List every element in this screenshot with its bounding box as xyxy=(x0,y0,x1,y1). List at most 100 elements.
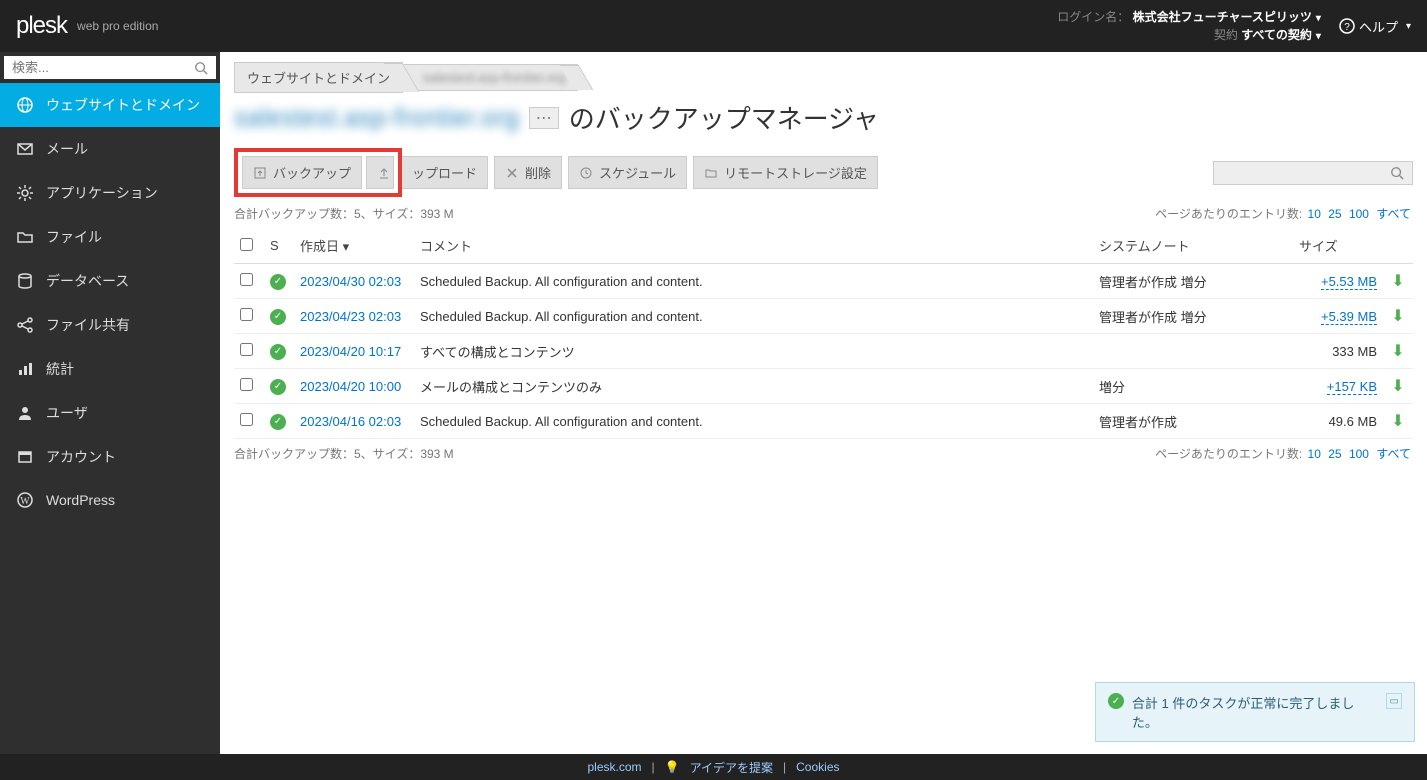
row-checkbox[interactable] xyxy=(240,413,253,426)
table-row: ✓2023/04/16 02:03Scheduled Backup. All c… xyxy=(234,404,1413,439)
backup-date-link[interactable]: 2023/04/23 02:03 xyxy=(300,309,401,324)
upload-button[interactable]: ップロード xyxy=(402,156,488,189)
database-icon xyxy=(16,272,34,290)
backup-size[interactable]: +5.39 MB xyxy=(1293,299,1383,334)
login-name[interactable]: 株式会社フューチャースピリッツ xyxy=(1133,10,1321,24)
header-sysnote[interactable]: システムノート xyxy=(1093,228,1293,264)
delete-button[interactable]: 削除 xyxy=(494,156,562,189)
backup-comment: Scheduled Backup. All configuration and … xyxy=(414,299,1093,334)
account-icon xyxy=(16,448,34,466)
download-icon[interactable]: ⬇ xyxy=(1391,378,1404,395)
breadcrumb-item-domain[interactable]: salestest.asp-frontier.org xyxy=(403,64,578,91)
sidebar-item-files[interactable]: ファイル xyxy=(0,215,220,259)
pager-all[interactable]: すべて xyxy=(1376,207,1411,221)
apps-icon xyxy=(16,184,34,202)
backup-date-link[interactable]: 2023/04/20 10:17 xyxy=(300,344,401,359)
footer-plesk-link[interactable]: plesk.com xyxy=(588,760,642,774)
plesk-logo[interactable]: plesk xyxy=(16,12,67,40)
sidebar-item-label: ファイル xyxy=(46,227,102,247)
header-size[interactable]: サイズ xyxy=(1293,228,1383,264)
row-checkbox[interactable] xyxy=(240,378,253,391)
pager-100[interactable]: 100 xyxy=(1349,447,1369,461)
sidebar-search[interactable] xyxy=(4,56,216,79)
mail-icon xyxy=(16,140,34,158)
download-icon[interactable]: ⬇ xyxy=(1391,273,1404,290)
share-icon xyxy=(16,316,34,334)
sidebar: ウェブサイトとドメイン メール アプリケーション ファイル データベース ファイ… xyxy=(0,52,220,780)
sidebar-item-users[interactable]: ユーザ xyxy=(0,391,220,435)
domain-dropdown-button[interactable]: ⋯ xyxy=(529,107,559,129)
schedule-button[interactable]: スケジュール xyxy=(568,156,687,189)
top-header: plesk web pro edition ログイン名： 株式会社フューチャース… xyxy=(0,0,1427,52)
table-row: ✓2023/04/20 10:17すべての構成とコンテンツ333 MB⬇ xyxy=(234,334,1413,369)
footer: plesk.com | 💡 アイデアを提案 | Cookies xyxy=(0,754,1427,780)
toast-notification: ✓ 合計 1 件のタスクが正常に完了しました。 ▭ xyxy=(1095,682,1415,742)
pager-10[interactable]: 10 xyxy=(1308,207,1321,221)
sidebar-item-label: アプリケーション xyxy=(46,183,158,203)
backup-size[interactable]: +157 KB xyxy=(1293,369,1383,404)
footer-idea-link[interactable]: アイデアを提案 xyxy=(690,759,773,776)
sidebar-item-mail[interactable]: メール xyxy=(0,127,220,171)
backup-size[interactable]: +5.53 MB xyxy=(1293,264,1383,299)
table-search[interactable] xyxy=(1213,161,1413,185)
sidebar-item-stats[interactable]: 統計 xyxy=(0,347,220,391)
backup-sysnote: 管理者が作成 増分 xyxy=(1093,264,1293,299)
sidebar-item-wordpress[interactable]: W WordPress xyxy=(0,479,220,521)
header-status[interactable]: S xyxy=(264,228,294,264)
pager-10[interactable]: 10 xyxy=(1308,447,1321,461)
backup-button[interactable]: バックアップ xyxy=(242,156,362,189)
sidebar-item-websites[interactable]: ウェブサイトとドメイン xyxy=(0,83,220,127)
sidebar-item-label: メール xyxy=(46,139,88,159)
search-input[interactable] xyxy=(12,60,194,75)
pager-all[interactable]: すべて xyxy=(1376,447,1411,461)
row-checkbox[interactable] xyxy=(240,343,253,356)
header-comment[interactable]: コメント xyxy=(414,228,1093,264)
status-ok-icon: ✓ xyxy=(270,274,286,290)
pager-25[interactable]: 25 xyxy=(1328,447,1341,461)
clock-icon xyxy=(579,166,593,180)
search-icon[interactable] xyxy=(1390,166,1404,180)
summary-text: 合計バックアップ数：5、サイズ：393 M xyxy=(234,205,454,222)
backup-date-link[interactable]: 2023/04/20 10:00 xyxy=(300,379,401,394)
sidebar-item-label: データベース xyxy=(46,271,129,291)
download-icon[interactable]: ⬇ xyxy=(1391,308,1404,325)
svg-text:?: ? xyxy=(1344,22,1350,33)
backup-date-link[interactable]: 2023/04/30 02:03 xyxy=(300,274,401,289)
pager-25[interactable]: 25 xyxy=(1328,207,1341,221)
toast-message: 合計 1 件のタスクが正常に完了しました。 xyxy=(1132,693,1378,731)
sidebar-item-databases[interactable]: データベース xyxy=(0,259,220,303)
backup-size: 333 MB xyxy=(1293,334,1383,369)
download-icon[interactable]: ⬇ xyxy=(1391,413,1404,430)
status-ok-icon: ✓ xyxy=(270,344,286,360)
login-info[interactable]: ログイン名： 株式会社フューチャースピリッツ 契約 すべての契約 xyxy=(1057,8,1321,44)
page-title-text: のバックアップマネージャ xyxy=(569,99,879,136)
footer-cookies-link[interactable]: Cookies xyxy=(796,760,839,774)
pager-100[interactable]: 100 xyxy=(1349,207,1369,221)
table-row: ✓2023/04/20 10:00メールの構成とコンテンツのみ増分+157 KB… xyxy=(234,369,1413,404)
sidebar-item-apps[interactable]: アプリケーション xyxy=(0,171,220,215)
row-checkbox[interactable] xyxy=(240,308,253,321)
contract-value[interactable]: すべての契約 xyxy=(1241,28,1321,42)
select-all-checkbox[interactable] xyxy=(240,238,253,251)
header-date[interactable]: 作成日 ▾ xyxy=(294,228,414,264)
row-checkbox[interactable] xyxy=(240,273,253,286)
globe-icon xyxy=(16,96,34,114)
sidebar-item-account[interactable]: アカウント xyxy=(0,435,220,479)
toast-collapse-button[interactable]: ▭ xyxy=(1386,693,1402,709)
wordpress-icon: W xyxy=(16,491,34,509)
breadcrumb-item-websites[interactable]: ウェブサイトとドメイン xyxy=(234,62,403,93)
download-icon[interactable]: ⬇ xyxy=(1391,343,1404,360)
sidebar-item-fileshare[interactable]: ファイル共有 xyxy=(0,303,220,347)
bulb-icon: 💡 xyxy=(665,760,680,774)
search-icon[interactable] xyxy=(194,61,208,75)
svg-text:W: W xyxy=(20,496,30,507)
remote-storage-button[interactable]: リモートストレージ設定 xyxy=(693,156,878,189)
status-ok-icon: ✓ xyxy=(270,379,286,395)
help-link[interactable]: ? ヘルプ xyxy=(1339,17,1411,36)
summary-text: 合計バックアップ数：5、サイズ：393 M xyxy=(234,445,454,462)
backup-date-link[interactable]: 2023/04/16 02:03 xyxy=(300,414,401,429)
upload-button-partial[interactable] xyxy=(366,156,394,189)
pager-top: ページあたりのエントリ数: 10 25 100 すべて xyxy=(1155,205,1413,222)
status-ok-icon: ✓ xyxy=(270,309,286,325)
backup-icon xyxy=(253,166,267,180)
